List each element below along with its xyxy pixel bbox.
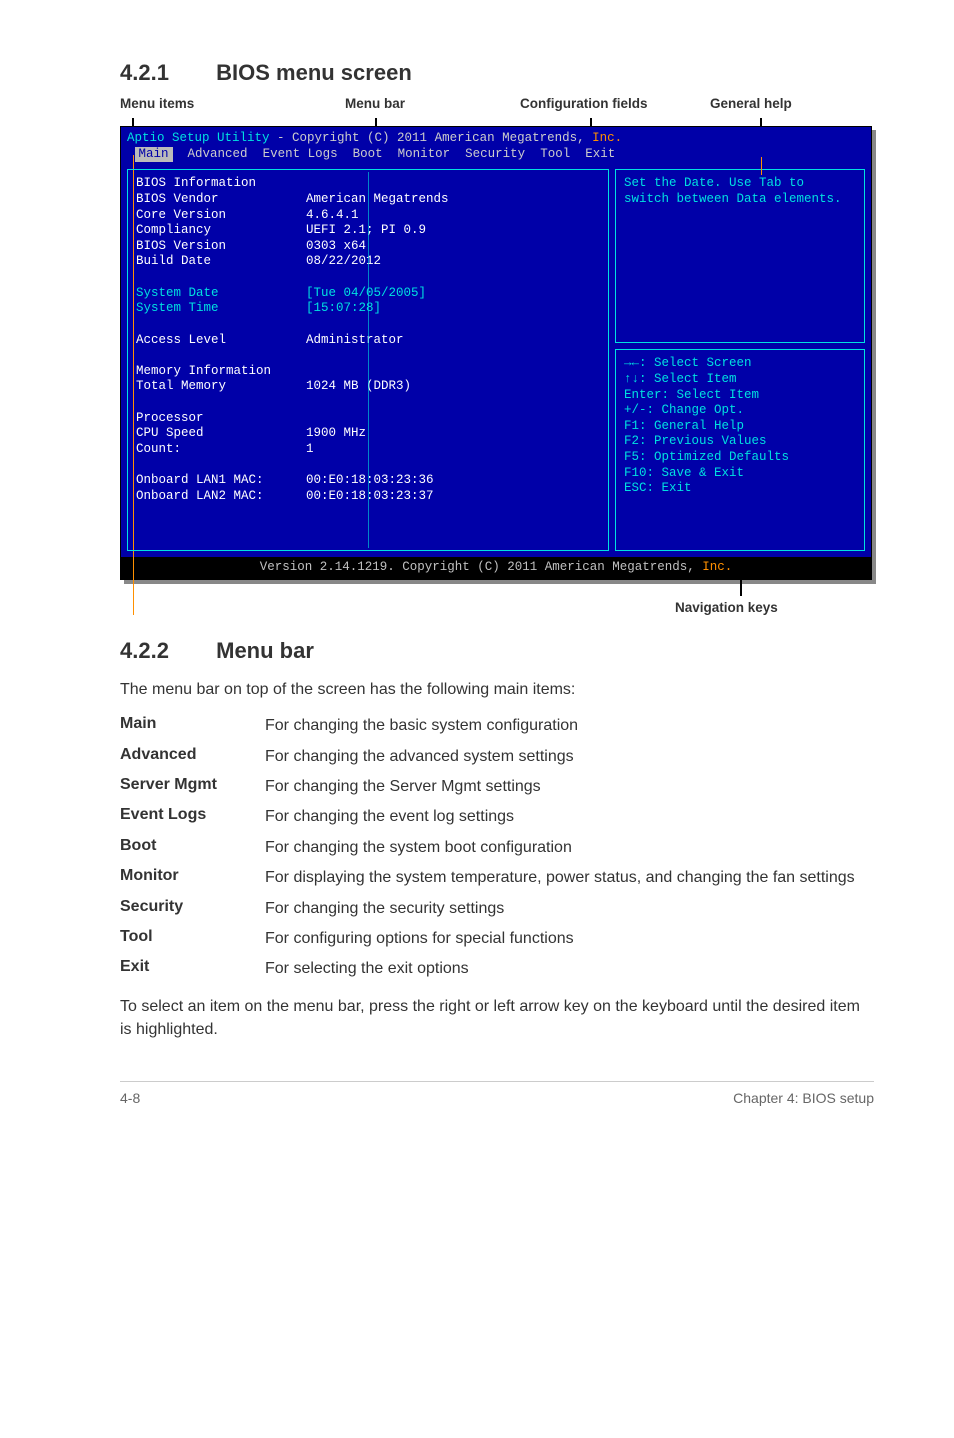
page-number: 4-8	[120, 1090, 140, 1106]
section-heading-2: 4.2.2 Menu bar	[120, 638, 874, 664]
section-title-1: BIOS menu screen	[216, 60, 412, 85]
system-date-value[interactable]: [Tue 04/05/2005]	[306, 286, 600, 302]
field-label: BIOS Information	[136, 176, 306, 192]
def-desc: For changing the system boot configurati…	[265, 837, 874, 859]
nav-hint: ↑↓: Select Item	[624, 372, 856, 388]
def-term: Boot	[120, 837, 265, 859]
def-term: Main	[120, 715, 265, 737]
tab-boot[interactable]: Boot	[353, 147, 383, 161]
field-label: Build Date	[136, 254, 306, 270]
def-desc: For changing the security settings	[265, 898, 874, 920]
field-label: Onboard LAN1 MAC:	[136, 473, 306, 489]
tab-exit[interactable]: Exit	[585, 147, 615, 161]
def-desc: For configuring options for special func…	[265, 928, 874, 950]
system-date-label[interactable]: System Date	[136, 286, 306, 302]
def-desc: For changing the Server Mgmt settings	[265, 776, 874, 798]
def-term: Tool	[120, 928, 265, 950]
field-value: 4.6.4.1	[306, 208, 600, 224]
field-value: Administrator	[306, 333, 600, 349]
field-value	[306, 411, 600, 427]
nav-hint: →←: Select Screen	[624, 356, 856, 372]
def-desc: For displaying the system temperature, p…	[265, 867, 874, 889]
label-nav-keys: Navigation keys	[675, 600, 778, 615]
callout-line-help	[761, 157, 762, 175]
definitions-list: MainFor changing the basic system config…	[120, 715, 874, 981]
help-text: Set the Date. Use Tab to switch between …	[624, 176, 842, 206]
section-heading-1: 4.2.1 BIOS menu screen	[120, 60, 874, 86]
section-number-1: 4.2.1	[120, 60, 210, 86]
field-label: Memory Information	[136, 364, 306, 380]
def-desc: For changing the basic system configurat…	[265, 715, 874, 737]
chapter-label: Chapter 4: BIOS setup	[733, 1090, 874, 1106]
field-value: UEFI 2.1; PI 0.9	[306, 223, 600, 239]
def-term: Advanced	[120, 746, 265, 768]
tab-event-logs[interactable]: Event Logs	[263, 147, 338, 161]
field-value	[306, 364, 600, 380]
nav-hint: F2: Previous Values	[624, 434, 856, 450]
diagram-labels: Menu items Menu bar Configuration fields…	[120, 96, 874, 116]
nav-keys-callout: Navigation keys	[120, 580, 874, 620]
bios-main-panel: BIOS Information BIOS VendorAmerican Meg…	[127, 169, 609, 551]
nav-hint: ESC: Exit	[624, 481, 856, 497]
field-label: Access Level	[136, 333, 306, 349]
system-time-label[interactable]: System Time	[136, 301, 306, 317]
section2-intro: The menu bar on top of the screen has th…	[120, 678, 874, 701]
bios-title-bar: Aptio Setup Utility - Copyright (C) 2011…	[121, 127, 871, 147]
bios-help-panel: Set the Date. Use Tab to switch between …	[615, 169, 865, 343]
field-value: 1900 MHz	[306, 426, 600, 442]
label-menu-items: Menu items	[120, 96, 194, 111]
field-value: 1024 MB (DDR3)	[306, 379, 600, 395]
nav-hint: F10: Save & Exit	[624, 466, 856, 482]
page-footer: 4-8 Chapter 4: BIOS setup	[120, 1081, 874, 1106]
nav-hint: +/-: Change Opt.	[624, 403, 856, 419]
field-label: Compliancy	[136, 223, 306, 239]
def-term: Security	[120, 898, 265, 920]
def-term: Event Logs	[120, 806, 265, 828]
bios-screen: Aptio Setup Utility - Copyright (C) 2011…	[120, 126, 872, 580]
field-label: Total Memory	[136, 379, 306, 395]
panel-divider	[368, 172, 369, 548]
nav-hint: F1: General Help	[624, 419, 856, 435]
nav-hint: Enter: Select Item	[624, 388, 856, 404]
tab-advanced[interactable]: Advanced	[188, 147, 248, 161]
def-desc: For changing the advanced system setting…	[265, 746, 874, 768]
tab-monitor[interactable]: Monitor	[398, 147, 451, 161]
tick-marks-top	[120, 118, 874, 126]
def-desc: For changing the event log settings	[265, 806, 874, 828]
field-value	[306, 176, 600, 192]
section2-outro: To select an item on the menu bar, press…	[120, 995, 874, 1041]
label-menu-bar: Menu bar	[345, 96, 405, 111]
tab-main[interactable]: Main	[135, 147, 173, 163]
def-term: Exit	[120, 958, 265, 980]
field-label: BIOS Vendor	[136, 192, 306, 208]
section-title-2: Menu bar	[216, 638, 314, 663]
field-label: CPU Speed	[136, 426, 306, 442]
field-label: Core Version	[136, 208, 306, 224]
bios-nav-panel: →←: Select Screen ↑↓: Select Item Enter:…	[615, 349, 865, 551]
field-value: 0303 x64	[306, 239, 600, 255]
field-label: BIOS Version	[136, 239, 306, 255]
field-label: Onboard LAN2 MAC:	[136, 489, 306, 505]
tab-security[interactable]: Security	[465, 147, 525, 161]
field-value: 00:E0:18:03:23:36	[306, 473, 600, 489]
def-term: Server Mgmt	[120, 776, 265, 798]
field-value: 08/22/2012	[306, 254, 600, 270]
field-value: American Megatrends	[306, 192, 600, 208]
field-label: Count:	[136, 442, 306, 458]
label-general-help: General help	[710, 96, 792, 111]
field-value: 00:E0:18:03:23:37	[306, 489, 600, 505]
nav-hint: F5: Optimized Defaults	[624, 450, 856, 466]
label-config-fields: Configuration fields	[520, 96, 648, 111]
section-number-2: 4.2.2	[120, 638, 210, 664]
field-value: 1	[306, 442, 600, 458]
bios-menu-bar: Main Advanced Event Logs Boot Monitor Se…	[121, 147, 871, 164]
def-desc: For selecting the exit options	[265, 958, 874, 980]
tab-tool[interactable]: Tool	[540, 147, 570, 161]
system-time-value[interactable]: [15:07:28]	[306, 301, 600, 317]
bios-version-footer: Version 2.14.1219. Copyright (C) 2011 Am…	[121, 557, 871, 579]
field-label: Processor	[136, 411, 306, 427]
def-term: Monitor	[120, 867, 265, 889]
